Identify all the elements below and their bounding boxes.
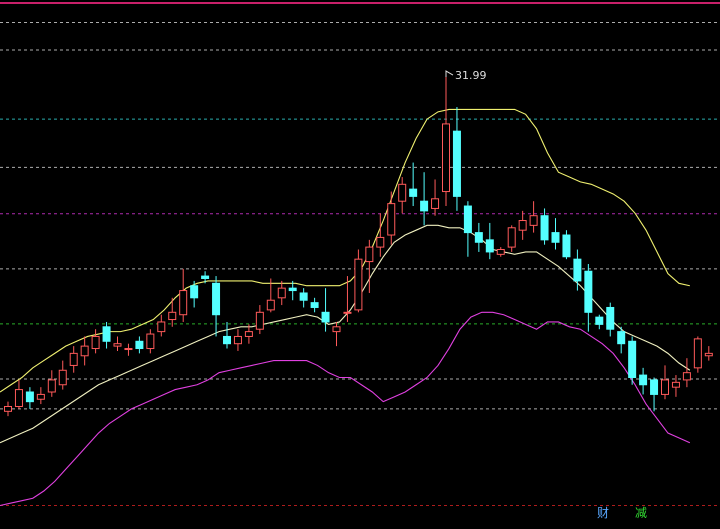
candle-body <box>485 239 494 253</box>
candle-body <box>463 205 472 234</box>
candle-body <box>343 311 352 314</box>
candle-body <box>661 379 669 395</box>
candle-body <box>201 275 210 279</box>
candle-body <box>551 232 560 243</box>
candle-body <box>540 215 549 241</box>
candle-body <box>409 188 418 197</box>
candle-body <box>442 123 450 193</box>
candle-51 <box>562 230 571 260</box>
candle-body <box>91 335 100 350</box>
candle-body <box>124 348 133 351</box>
candle-body <box>365 246 374 263</box>
candle-body <box>80 345 89 357</box>
candle-body <box>639 374 648 386</box>
candle-body <box>507 227 516 248</box>
candle-body <box>518 220 527 231</box>
candle-body <box>496 249 505 255</box>
candle-body <box>47 379 56 393</box>
candle-body <box>179 290 188 316</box>
candle-body <box>233 335 242 345</box>
candle-body <box>223 335 231 345</box>
candle-body <box>4 405 12 412</box>
candle-body <box>573 258 582 282</box>
candle-body <box>595 316 604 325</box>
candle-body <box>562 234 571 258</box>
candle-body <box>398 183 407 202</box>
candle-body <box>113 343 122 347</box>
candle-body <box>387 203 396 236</box>
candle-body <box>693 338 702 369</box>
candle-body <box>168 311 177 321</box>
candle-body <box>650 379 659 395</box>
candle-body <box>474 232 483 243</box>
candle-body <box>452 130 461 197</box>
candle-body <box>529 215 538 226</box>
candle-body <box>617 331 626 345</box>
candle-body <box>682 372 691 381</box>
finance-badge[interactable]: 财 <box>597 504 609 521</box>
candle-body <box>25 391 34 403</box>
candle-body <box>332 326 341 333</box>
candle-body <box>212 282 221 316</box>
candlestick-chart[interactable]: 31.99 <box>0 0 720 529</box>
candle-body <box>321 311 330 323</box>
candle-63 <box>693 336 702 373</box>
candle-body <box>58 369 67 386</box>
candle-body <box>146 333 155 350</box>
candle-body <box>14 389 23 407</box>
candle-body <box>431 198 440 209</box>
candle-body <box>310 302 319 308</box>
candle-body <box>420 200 429 212</box>
candle-body <box>376 236 385 248</box>
candle-body <box>584 270 593 313</box>
candle-body <box>255 311 264 330</box>
candle-body <box>288 287 297 292</box>
candle-body <box>704 352 713 357</box>
candle-body <box>354 258 363 311</box>
candle-body <box>36 393 45 400</box>
candle-body <box>299 292 308 301</box>
candle-body <box>606 306 615 330</box>
high-marker-label: 31.99 <box>455 69 487 82</box>
candle-body <box>135 340 144 350</box>
candle-57 <box>628 336 637 385</box>
candle-body <box>266 299 275 311</box>
candle-body <box>244 331 253 337</box>
candle-body <box>190 285 199 299</box>
candle-body <box>102 326 111 342</box>
candle-32 <box>354 249 363 313</box>
reduce-badge[interactable]: 减 <box>635 504 647 521</box>
candle-body <box>157 321 166 333</box>
candle-body <box>671 381 680 388</box>
candle-body <box>628 340 637 379</box>
candle-body <box>277 287 286 299</box>
candle-body <box>69 352 78 366</box>
